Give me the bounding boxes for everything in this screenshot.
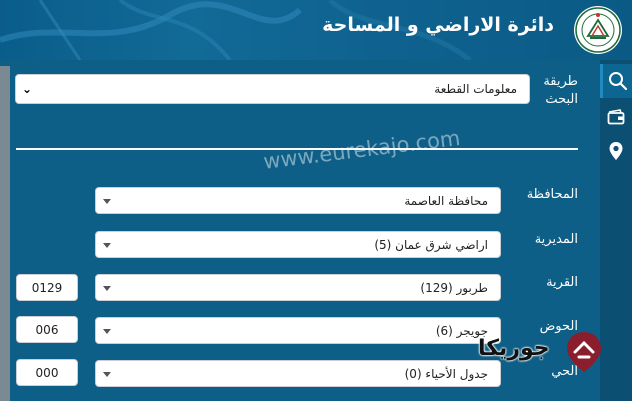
village-label: القرية	[546, 275, 578, 290]
caret-down-icon	[103, 372, 111, 377]
governorate-select[interactable]: محافظة العاصمة	[95, 187, 501, 214]
brand-overlay: جوريكا	[478, 328, 606, 386]
district-code-input[interactable]	[16, 359, 78, 386]
district-select[interactable]: جدول الأحياء (0)	[95, 360, 501, 387]
governorate-label: المحافظة	[526, 187, 578, 202]
wallet-tool-button[interactable]	[600, 100, 632, 134]
caret-down-icon	[103, 243, 111, 248]
wallet-icon	[607, 109, 625, 125]
caret-down-icon	[103, 199, 111, 204]
department-logo	[574, 6, 622, 54]
directorate-select[interactable]: اراضي شرق عمان (5)	[95, 231, 501, 258]
search-tool-button[interactable]	[600, 64, 632, 98]
brand-logo-icon	[567, 332, 601, 372]
basin-code-input[interactable]	[16, 316, 78, 343]
district-value: جدول الأحياء (0)	[404, 367, 488, 381]
app-header: دائرة الاراضي و المساحة	[0, 0, 632, 60]
directorate-label: المديرية	[534, 232, 578, 247]
basin-select[interactable]: جويجر (6)	[95, 317, 501, 344]
jordan-land-department-seal-icon	[575, 7, 621, 53]
village-code-input[interactable]	[16, 274, 78, 301]
governorate-value: محافظة العاصمة	[404, 194, 488, 208]
search-method-select[interactable]: معلومات القطعة ⌄	[15, 74, 530, 104]
brand-text: جوريكا	[478, 336, 550, 361]
left-scroll-strip	[0, 66, 10, 401]
search-method-value: معلومات القطعة	[434, 82, 517, 96]
search-icon	[608, 72, 627, 91]
village-value: طربور (129)	[420, 281, 488, 295]
directorate-value: اراضي شرق عمان (5)	[374, 238, 488, 252]
chevron-down-icon: ⌄	[22, 82, 33, 96]
location-tool-button[interactable]	[600, 134, 632, 168]
page-title: دائرة الاراضي و المساحة	[322, 14, 554, 36]
caret-down-icon	[103, 286, 111, 291]
watermark: www.eurekajo.com	[262, 125, 462, 174]
location-pin-icon	[609, 142, 623, 160]
village-select[interactable]: طربور (129)	[95, 274, 501, 301]
caret-down-icon	[103, 329, 111, 334]
